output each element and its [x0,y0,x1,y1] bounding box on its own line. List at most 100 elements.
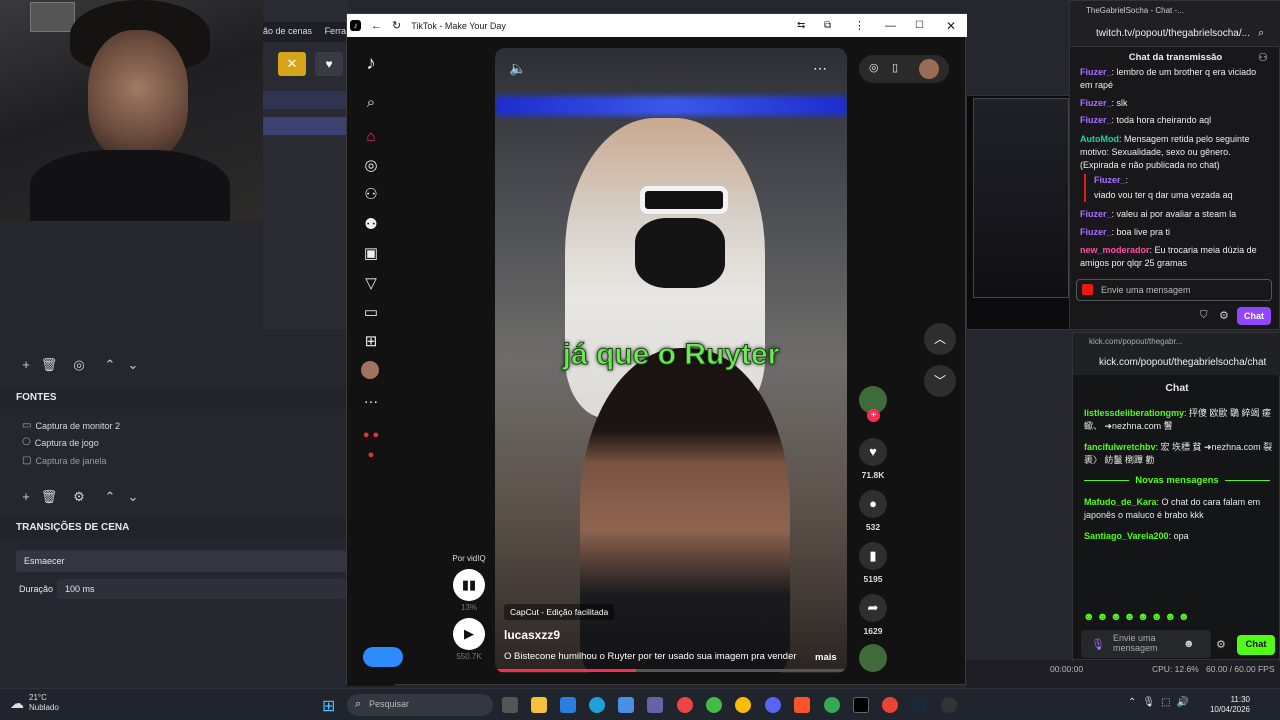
add-icon[interactable]: + [16,487,36,507]
gear-icon[interactable]: ⚙ [1216,638,1226,651]
chrome-profile-icon[interactable] [706,697,722,713]
scene-row-selected[interactable] [263,117,348,135]
video-progress[interactable] [495,669,847,672]
chrome-profile-icon[interactable] [735,697,751,713]
kick-chat-button[interactable]: Chat [1237,635,1275,655]
follow-plus-icon[interactable]: + [867,409,880,422]
camera-icon[interactable] [1082,284,1093,295]
chevron-down-icon[interactable]: ﹀ [924,365,956,397]
extension-icon[interactable]: ⧉ [824,20,831,31]
emote-bar[interactable]: ☻☻☻☻☻☻☻☻ [1083,611,1192,623]
discord-icon[interactable] [765,697,781,713]
friends-icon[interactable]: ⚉ [361,215,381,235]
steam-icon[interactable] [911,697,927,713]
duration-input[interactable]: 100 ms [57,579,346,599]
move-down-icon[interactable]: ⌄ [123,355,143,375]
trash-icon[interactable]: 🗑 [39,487,59,507]
source-item[interactable]: ▢ Captura de janela [22,455,107,466]
move-up-icon[interactable]: ⌃ [100,355,120,375]
capcut-badge[interactable]: CapCut - Edição facilitada [504,604,615,620]
gear-icon[interactable]: ⚙ [69,487,89,507]
heart-icon[interactable]: ♥ [315,52,343,76]
maximize-icon[interactable]: ☐ [915,20,924,31]
chrome-icon[interactable] [882,697,898,713]
source-item[interactable]: ▭ Captura de monitor 2 [22,420,120,431]
more-horizontal-icon[interactable]: ⋯ [813,60,828,77]
filter-icon[interactable]: ◎ [69,355,89,375]
file-explorer-icon[interactable] [531,697,547,713]
live-icon[interactable]: ▣ [361,244,381,264]
tiktok-icon[interactable] [853,697,869,713]
windows-start-icon[interactable]: ⊞ [322,696,335,716]
back-icon[interactable]: ← [371,20,382,32]
comment-icon[interactable]: ● [859,490,887,518]
bookmark-icon[interactable]: ▮ [859,542,887,570]
edge-icon[interactable] [589,697,605,713]
twitch-chat-input[interactable]: Envie uma mensagem [1076,279,1272,301]
source-item[interactable]: ⎔ Captura de jogo [22,437,99,448]
tiktok-logo-icon[interactable]: ♪ [361,54,381,74]
outlook-icon[interactable] [560,697,576,713]
home-icon[interactable]: ⌂ [361,127,381,147]
menu-item-scene-collection[interactable]: ão de cenas [263,26,312,36]
share-action[interactable]: ➦ 1629 [859,594,887,636]
store-icon[interactable] [618,697,634,713]
volume-icon[interactable]: 🔈 [509,60,526,77]
more-icon[interactable]: … [361,389,381,409]
clock[interactable]: 11:30 10/04/2026 [1206,695,1250,715]
search-icon[interactable]: ⌕ [1258,27,1264,40]
search-icon[interactable]: ⌕ [361,93,381,113]
minimize-icon[interactable]: — [885,20,896,32]
phone-icon[interactable]: ▯ [892,61,898,74]
vidiq-toggle[interactable] [363,647,403,667]
users-icon[interactable]: ⚇ [1258,51,1268,64]
emoji-icon[interactable]: ☻ [1183,638,1195,650]
explore-icon[interactable]: ◎ [361,156,381,176]
obs-icon[interactable] [941,697,957,713]
translate-icon[interactable]: ⇆ [797,20,805,31]
weather-widget[interactable]: ☁ 21°C Nublado [10,693,59,713]
brave-icon[interactable] [794,697,810,713]
stats-icon[interactable]: ▮▮ [453,569,485,601]
comment-action[interactable]: ● 532 [859,490,887,532]
close-icon[interactable]: ✕ [946,19,956,33]
video-author[interactable]: lucasxzz9 [504,628,560,642]
like-action[interactable]: ♥ 71.8K [859,438,887,480]
chevron-up-icon[interactable]: ︿ [924,323,956,355]
music-disc-icon[interactable] [859,644,887,672]
trash-icon[interactable]: 🗑 [39,355,59,375]
messages-icon[interactable]: ▽ [361,274,381,294]
scene-row[interactable] [263,91,348,109]
menu-item-tools[interactable]: Ferram [325,26,348,36]
kick-url-bar[interactable]: kick.com/popout/thegabrielsocha/chat [1073,351,1280,375]
twitch-chat-button[interactable]: Chat [1237,307,1271,325]
add-icon[interactable]: + [16,355,36,375]
following-avatars[interactable]: ● ● ● [361,425,381,461]
chrome-icon[interactable] [677,697,693,713]
task-view-icon[interactable] [502,697,518,713]
following-icon[interactable]: ⚇ [361,185,381,205]
transition-select[interactable]: Esmaecer [16,550,346,572]
share-icon[interactable]: ➦ [859,594,887,622]
play-icon[interactable]: ▶ [453,618,485,650]
microphone-icon[interactable]: 🎙 [1091,638,1105,651]
move-up-icon[interactable]: ⌃ [100,487,120,507]
teams-icon[interactable] [647,697,663,713]
chrome-profile-icon[interactable] [824,697,840,713]
save-action[interactable]: ▮ 5195 [859,542,887,584]
compass-icon[interactable]: ◎ [869,61,879,74]
upload-icon[interactable]: ⊞ [361,332,381,352]
gear-icon[interactable]: ⚙ [1219,309,1229,322]
activity-icon[interactable]: ▭ [361,303,381,323]
video-player[interactable]: já que o Ruyter 🔈 ⋯ CapCut - Edição faci… [495,48,847,673]
profile-avatar[interactable] [361,361,379,379]
twitch-url-bar[interactable]: twitch.tv/popout/thegabrielsocha/... [1070,21,1280,47]
tools-icon[interactable]: ✕ [278,52,306,76]
system-tray[interactable]: ⌃🎙⬚🔊 [1128,697,1195,708]
move-down-icon[interactable]: ⌄ [123,487,143,507]
reload-icon[interactable]: ↻ [392,19,401,32]
more-vertical-icon[interactable]: ⋮ [854,19,865,32]
more-link[interactable]: mais [815,652,837,663]
avatar[interactable] [919,59,939,79]
heart-icon[interactable]: ♥ [859,438,887,466]
